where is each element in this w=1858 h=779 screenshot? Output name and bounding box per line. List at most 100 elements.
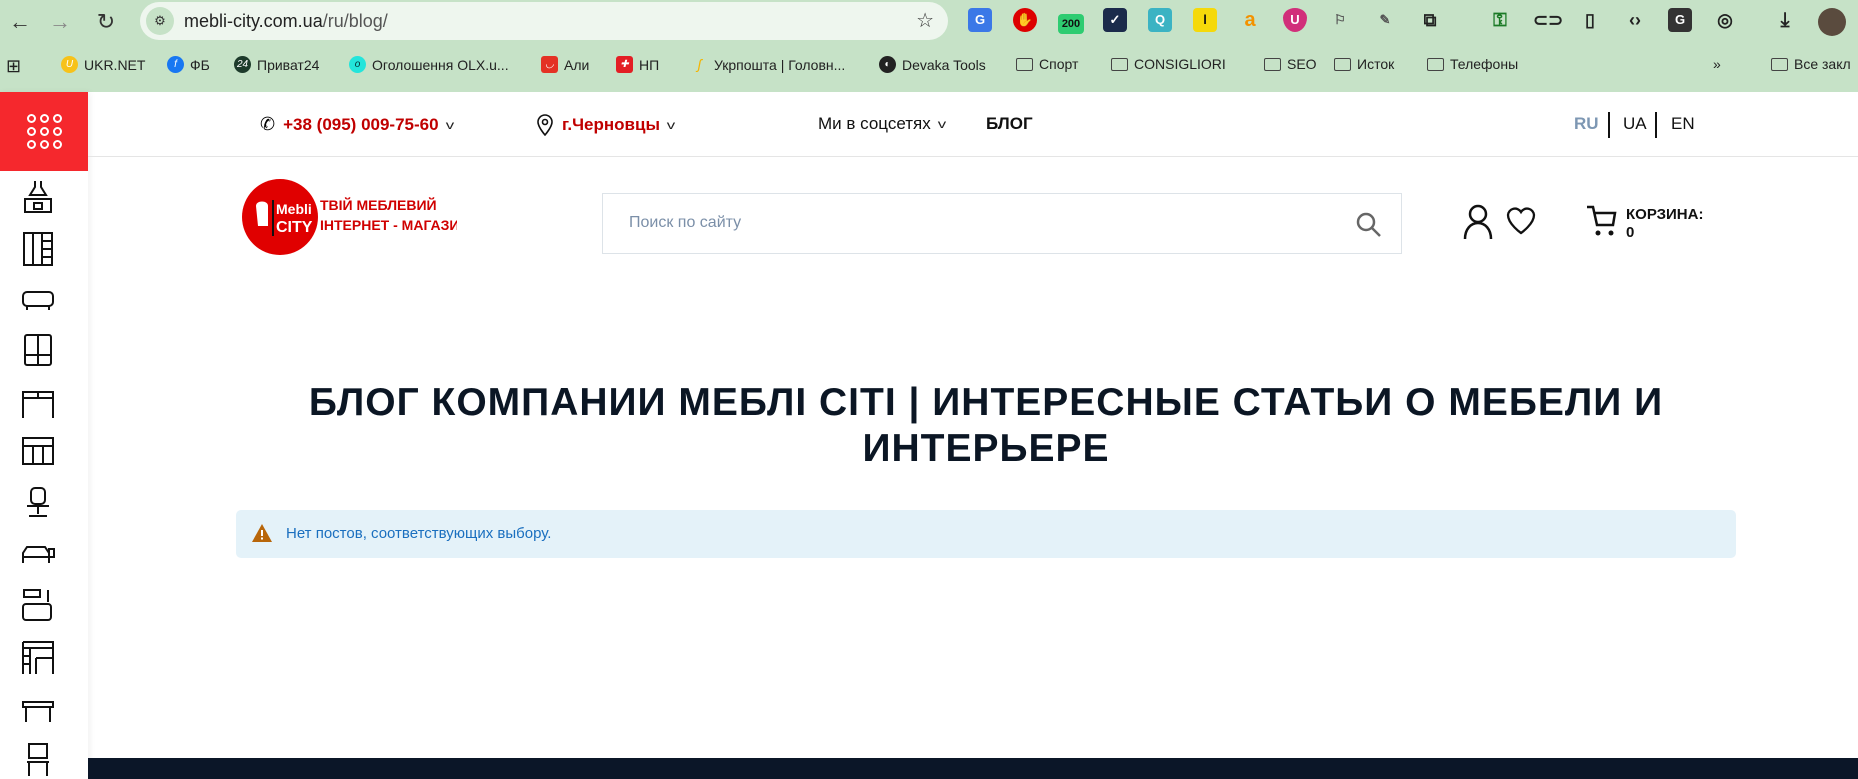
extensions-puzzle-icon[interactable]: ⧉ — [1418, 8, 1442, 32]
bookmark-ukrposhta[interactable]: ʃ Укрпошта | Головн... — [691, 56, 845, 73]
ukrnet-icon: U — [61, 56, 78, 73]
city-name: г.Черновцы — [562, 115, 660, 134]
bookmark-folder-seo[interactable]: SEO — [1264, 56, 1317, 72]
lang-ru[interactable]: RU — [1574, 114, 1599, 134]
user-account-icon[interactable] — [1462, 204, 1494, 240]
devices-icon[interactable]: ▯ — [1578, 8, 1602, 32]
aliexpress-icon: ◡ — [541, 56, 558, 73]
extension-badge[interactable]: 200 — [1058, 14, 1084, 34]
desk-icon[interactable] — [20, 386, 56, 422]
chevron-down-icon: v — [666, 118, 676, 132]
socials-dropdown[interactable]: Ми в соцсетях v — [818, 114, 946, 134]
bookmark-star-icon[interactable]: ☆ — [916, 8, 934, 33]
cart-icon[interactable] — [1585, 204, 1617, 238]
reload-button[interactable]: ↻ — [92, 8, 120, 36]
cart-label: КОРЗИНА: — [1626, 206, 1704, 223]
svg-text:ІНТЕРНЕТ - МАГАЗИН: ІНТЕРНЕТ - МАГАЗИН — [320, 217, 457, 233]
privat24-icon: 24 — [234, 56, 251, 73]
phone-dropdown[interactable]: ✆ +38 (095) 009-75-60 v — [260, 114, 454, 135]
living-room-icon[interactable] — [20, 588, 56, 624]
bookmark-ukrnet[interactable]: U UKR.NET — [61, 56, 145, 73]
wardrobe-icon[interactable] — [20, 231, 56, 267]
lens-icon[interactable]: ◎ — [1713, 8, 1737, 32]
folder-icon — [1264, 57, 1281, 71]
phone-icon: ✆ — [260, 114, 276, 134]
city-dropdown[interactable]: г.Черновцы v — [536, 114, 676, 136]
forward-button[interactable]: → — [46, 8, 74, 36]
search-ext-icon[interactable]: Q — [1148, 8, 1172, 32]
sofa-icon[interactable] — [20, 282, 56, 318]
blog-link[interactable]: БЛОГ — [986, 114, 1033, 134]
novaposhta-icon: ✚ — [616, 56, 633, 73]
no-posts-notice: Нет постов, соответствующих выбору. — [236, 510, 1736, 558]
catalog-menu-button[interactable] — [0, 92, 88, 171]
folder-icon — [1016, 57, 1033, 71]
bookmark-olx[interactable]: o Оголошення OLX.u... — [349, 56, 509, 73]
bed-icon[interactable] — [20, 535, 56, 571]
bookmark-devaka[interactable]: ◐ Devaka Tools — [879, 56, 986, 73]
bookmark-folder-consigliori[interactable]: CONSIGLIORI — [1111, 56, 1226, 72]
wishlist-heart-icon[interactable] — [1505, 204, 1537, 236]
google-translate-ext-icon[interactable]: G — [968, 8, 992, 32]
back-button[interactable]: ← — [6, 8, 34, 36]
loft-bed-icon[interactable] — [20, 640, 56, 676]
svg-text:ТВІЙ МЕБЛЕВИЙ: ТВІЙ МЕБЛЕВИЙ — [320, 196, 437, 213]
download-icon[interactable]: ⤓ — [1773, 8, 1797, 32]
folder-icon — [1427, 57, 1444, 71]
office-chair-icon[interactable] — [20, 486, 56, 522]
site-search-input[interactable]: Поиск по сайту — [602, 193, 1402, 254]
profile-avatar[interactable] — [1818, 8, 1846, 36]
bookmark-folder-phones[interactable]: Телефоны — [1427, 56, 1518, 72]
apps-grid-icon[interactable]: ⊞ — [6, 56, 21, 77]
folder-icon — [1111, 57, 1128, 71]
svg-text:Mebli: Mebli — [276, 201, 312, 217]
bookmark-ali[interactable]: ◡ Али — [541, 56, 589, 73]
facebook-icon: f — [167, 56, 184, 73]
password-key-icon[interactable]: ⚿ — [1488, 8, 1512, 32]
socials-label: Ми в соцсетях — [818, 114, 931, 133]
location-pin-icon — [537, 114, 553, 136]
site-info-icon[interactable]: ⚙ — [146, 7, 174, 35]
bookmark-folder-sport[interactable]: Спорт — [1016, 56, 1078, 72]
address-bar[interactable]: ⚙ mebli-city.com.ua/ru/blog/ ☆ — [140, 2, 948, 40]
translate-icon[interactable]: G — [1668, 8, 1692, 32]
phone-number: +38 (095) 009-75-60 — [283, 114, 439, 134]
bookmark-np[interactable]: ✚ НП — [616, 56, 659, 73]
adblock-ext-icon[interactable]: ✋ — [1013, 8, 1037, 32]
pencil-ext-icon[interactable]: ✎ — [1373, 8, 1397, 32]
sideboard-icon[interactable] — [20, 434, 56, 470]
more-bookmarks-button[interactable]: » — [1713, 56, 1721, 72]
lang-ua[interactable]: UA — [1623, 114, 1647, 134]
folder-icon — [1771, 57, 1788, 71]
network-ext-icon[interactable]: ⚐ — [1328, 8, 1352, 32]
cart-count: 0 — [1626, 224, 1635, 241]
search-placeholder: Поиск по сайту — [629, 214, 742, 231]
cart-summary[interactable]: КОРЗИНА: 0 — [1626, 206, 1703, 242]
check-ext-icon[interactable]: ✓ — [1103, 8, 1127, 32]
folder-icon — [1334, 57, 1351, 71]
footer — [88, 758, 1858, 779]
bookmark-privat24[interactable]: 24 Приват24 — [234, 56, 319, 73]
l-ext-icon[interactable]: l — [1193, 8, 1217, 32]
a-ext-icon[interactable]: a — [1238, 8, 1262, 32]
warning-icon — [252, 524, 272, 542]
lang-en[interactable]: EN — [1671, 114, 1695, 134]
chair-icon[interactable] — [20, 742, 56, 778]
code-icon[interactable]: ‹› — [1623, 8, 1647, 32]
browser-chrome: ← → ↻ ⚙ mebli-city.com.ua/ru/blog/ ☆ G ✋… — [0, 0, 1858, 92]
chevron-down-icon: v — [937, 117, 946, 131]
globe-icon: ◐ — [879, 56, 896, 73]
table-icon[interactable] — [20, 692, 56, 728]
u-ext-icon[interactable]: U — [1283, 8, 1307, 32]
search-icon[interactable] — [1355, 211, 1383, 239]
bookmark-folder-istok[interactable]: Исток — [1334, 56, 1394, 72]
all-bookmarks-folder[interactable]: Все закл — [1771, 56, 1851, 72]
kitchen-hood-icon[interactable] — [20, 179, 56, 215]
divider — [1655, 112, 1657, 138]
bookmark-fb[interactable]: f ФБ — [167, 56, 210, 73]
notice-text: Нет постов, соответствующих выбору. — [286, 525, 552, 542]
mebli-city-logo[interactable]: Mebli CITY ТВІЙ МЕБЛЕВИЙ ІНТЕРНЕТ - МАГА… — [242, 178, 457, 256]
cabinet-icon[interactable] — [20, 333, 56, 369]
link-icon[interactable]: ⊂⊃ — [1533, 8, 1563, 32]
category-sidebar — [0, 92, 88, 779]
